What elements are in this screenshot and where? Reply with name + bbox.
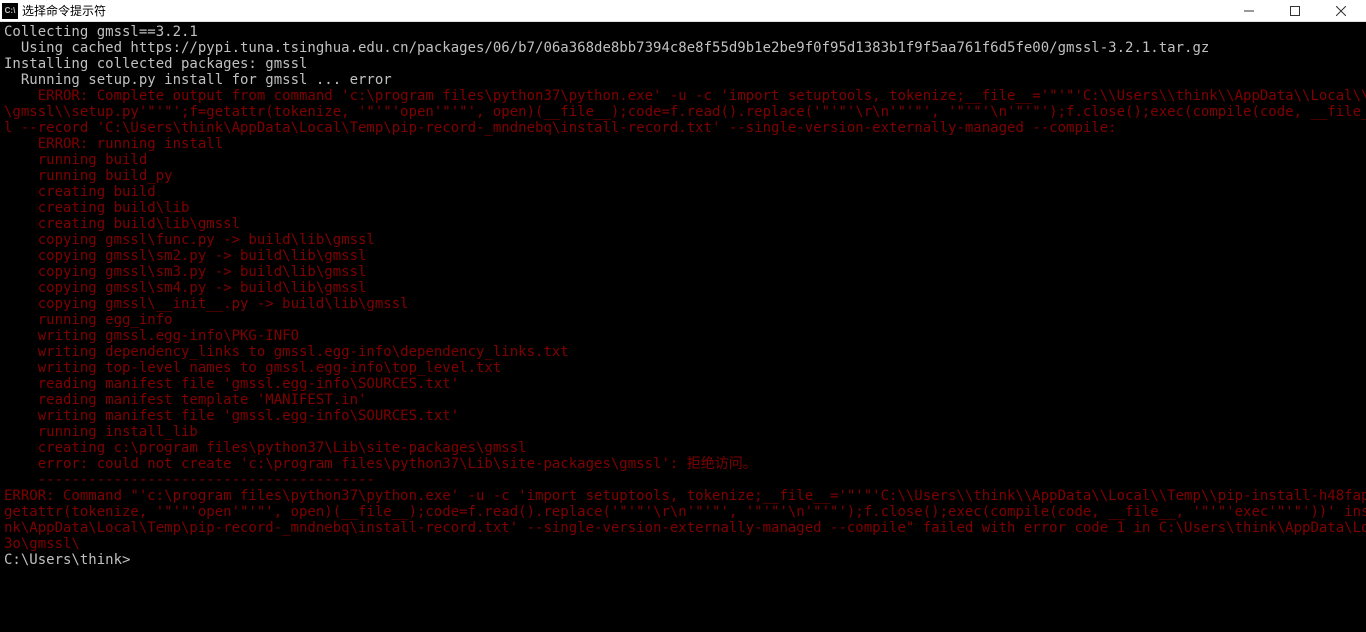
terminal-line-output: Installing collected packages: gmssl — [4, 56, 1362, 72]
terminal-line-error: creating build\lib\gmssl — [4, 216, 1362, 232]
terminal-line-error: copying gmssl\sm4.py -> build\lib\gmssl — [4, 280, 1362, 296]
terminal-line-error: writing gmssl.egg-info\PKG-INFO — [4, 328, 1362, 344]
terminal-line-error: ---------------------------------------- — [4, 472, 1362, 488]
terminal-line-error: running egg_info — [4, 312, 1362, 328]
terminal-line-error: copying gmssl\sm2.py -> build\lib\gmssl — [4, 248, 1362, 264]
close-button[interactable] — [1318, 0, 1364, 22]
terminal-line-error: ERROR: running install — [4, 136, 1362, 152]
terminal-line-error: error: could not create 'c:\program file… — [4, 456, 1362, 472]
window-title: 选择命令提示符 — [22, 2, 1226, 19]
terminal-line-error: creating c:\program files\python37\Lib\s… — [4, 440, 1362, 456]
terminal-line-error: creating build — [4, 184, 1362, 200]
terminal-line-error: copying gmssl\func.py -> build\lib\gmssl — [4, 232, 1362, 248]
cmd-icon: C:\ — [2, 3, 18, 19]
terminal-line-error: copying gmssl\__init__.py -> build\lib\g… — [4, 296, 1362, 312]
terminal-line-error: writing top-level names to gmssl.egg-inf… — [4, 360, 1362, 376]
terminal-line-output: Using cached https://pypi.tuna.tsinghua.… — [4, 40, 1362, 56]
terminal-area[interactable]: Collecting gmssl==3.2.1 Using cached htt… — [0, 22, 1366, 632]
terminal-line-error: ERROR: Complete output from command 'c:\… — [4, 88, 1362, 104]
terminal-line-error: ERROR: Command "'c:\program files\python… — [4, 488, 1362, 504]
terminal-line-error: getattr(tokenize, '"'"'open'"'"', open)(… — [4, 504, 1362, 520]
maximize-button[interactable] — [1272, 0, 1318, 22]
window-titlebar: C:\ 选择命令提示符 — [0, 0, 1366, 22]
terminal-line-error: creating build\lib — [4, 200, 1362, 216]
terminal-line-error: \gmssl\\setup.py'"'"';f=getattr(tokenize… — [4, 104, 1362, 120]
minimize-button[interactable] — [1226, 0, 1272, 22]
window-controls — [1226, 0, 1364, 22]
terminal-line-output: Running setup.py install for gmssl ... e… — [4, 72, 1362, 88]
terminal-line-error: l --record 'C:\Users\think\AppData\Local… — [4, 120, 1362, 136]
terminal-line-output: Collecting gmssl==3.2.1 — [4, 24, 1362, 40]
terminal-line-error: copying gmssl\sm3.py -> build\lib\gmssl — [4, 264, 1362, 280]
terminal-line-error: reading manifest file 'gmssl.egg-info\SO… — [4, 376, 1362, 392]
terminal-line-error: 3o\gmssl\ — [4, 536, 1362, 552]
terminal-line-error: reading manifest template 'MANIFEST.in' — [4, 392, 1362, 408]
terminal-line-error: writing dependency_links to gmssl.egg-in… — [4, 344, 1362, 360]
terminal-line-error: running build_py — [4, 168, 1362, 184]
terminal-line-error: running build — [4, 152, 1362, 168]
terminal-line-output: C:\Users\think> — [4, 552, 1362, 568]
terminal-line-error: writing manifest file 'gmssl.egg-info\SO… — [4, 408, 1362, 424]
terminal-line-error: nk\AppData\Local\Temp\pip-record-_mndneb… — [4, 520, 1362, 536]
terminal-line-error: running install_lib — [4, 424, 1362, 440]
